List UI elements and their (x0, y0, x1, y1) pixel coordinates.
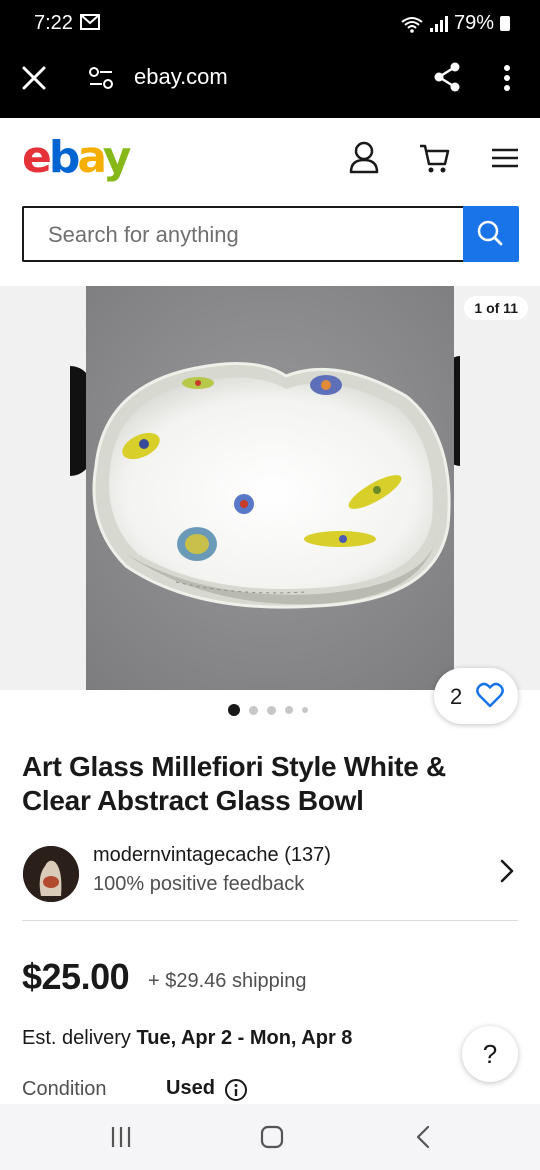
url-field[interactable]: ebay.com (134, 64, 228, 90)
divider (22, 920, 518, 921)
ebay-logo[interactable]: ebay (22, 132, 132, 183)
status-indicators: 79% (400, 12, 510, 35)
battery-icon (500, 16, 510, 31)
search-button[interactable] (463, 206, 519, 262)
estimated-delivery: Est. delivery Tue, Apr 2 - Mon, Apr 8 (22, 1027, 352, 1050)
wifi-icon (401, 16, 423, 33)
signal-icon (429, 15, 448, 32)
home-icon[interactable] (257, 1124, 287, 1150)
delivery-dates: Tue, Apr 2 - Mon, Apr 8 (136, 1027, 353, 1049)
carousel-dot[interactable] (302, 707, 308, 713)
image-counter: 1 of 11 (464, 296, 528, 320)
glass-bowl-image (86, 286, 454, 690)
listing-title: Art Glass Millefiori Style White & Clear… (22, 751, 446, 816)
carousel-dot[interactable] (267, 705, 276, 715)
site-header: ebay (0, 118, 540, 198)
delivery-label: Est. delivery (22, 1027, 131, 1049)
share-icon[interactable] (432, 61, 462, 93)
logo-letter-b: b (48, 132, 80, 183)
menu-icon[interactable] (490, 140, 522, 174)
close-icon[interactable] (20, 64, 48, 92)
cart-icon[interactable] (418, 140, 450, 174)
battery-percent: 79% (453, 12, 494, 34)
account-icon[interactable] (348, 140, 380, 174)
watch-count: 2 (450, 684, 463, 709)
status-time: 7:22 (34, 12, 73, 34)
search-icon (477, 220, 503, 246)
product-photo[interactable] (86, 286, 454, 690)
back-icon[interactable] (408, 1124, 438, 1150)
seller-row[interactable]: modernvintagecache (137) 100% positive f… (0, 838, 540, 920)
condition-label: Condition (22, 1078, 107, 1100)
seller-avatar (23, 846, 79, 902)
carousel-dots (228, 703, 308, 717)
carousel-dot-active[interactable] (228, 704, 240, 716)
mail-notification-icon (80, 14, 100, 30)
logo-letter-y: y (102, 132, 132, 183)
watch-button[interactable]: 2 (434, 668, 518, 724)
price: $25.00 (22, 956, 130, 997)
logo-letter-a: a (77, 132, 105, 183)
carousel-dot[interactable] (285, 706, 293, 714)
site-settings-icon[interactable] (88, 66, 114, 90)
heart-icon (476, 682, 504, 708)
seller-name[interactable]: modernvintagecache (137) (93, 844, 331, 867)
logo-letter-e: e (22, 132, 52, 183)
chevron-right-icon[interactable] (498, 858, 516, 884)
info-icon[interactable] (224, 1078, 248, 1102)
search-input[interactable]: Search for anything (22, 206, 464, 262)
system-navigation-bar (0, 1104, 540, 1170)
browser-toolbar: ebay.com (0, 48, 540, 118)
status-bar: 7:22 79% (0, 0, 540, 48)
help-button[interactable]: ? (462, 1026, 518, 1082)
condition-value: Used (166, 1077, 215, 1099)
image-gallery[interactable]: 1 of 11 (0, 286, 540, 690)
recent-apps-icon[interactable] (106, 1124, 136, 1150)
seller-feedback: 100% positive feedback (93, 873, 305, 895)
shipping-cost: + $29.46 shipping (148, 970, 307, 992)
carousel-dot[interactable] (249, 705, 258, 715)
more-options-icon[interactable] (497, 62, 517, 94)
search-placeholder: Search for anything (48, 222, 239, 247)
